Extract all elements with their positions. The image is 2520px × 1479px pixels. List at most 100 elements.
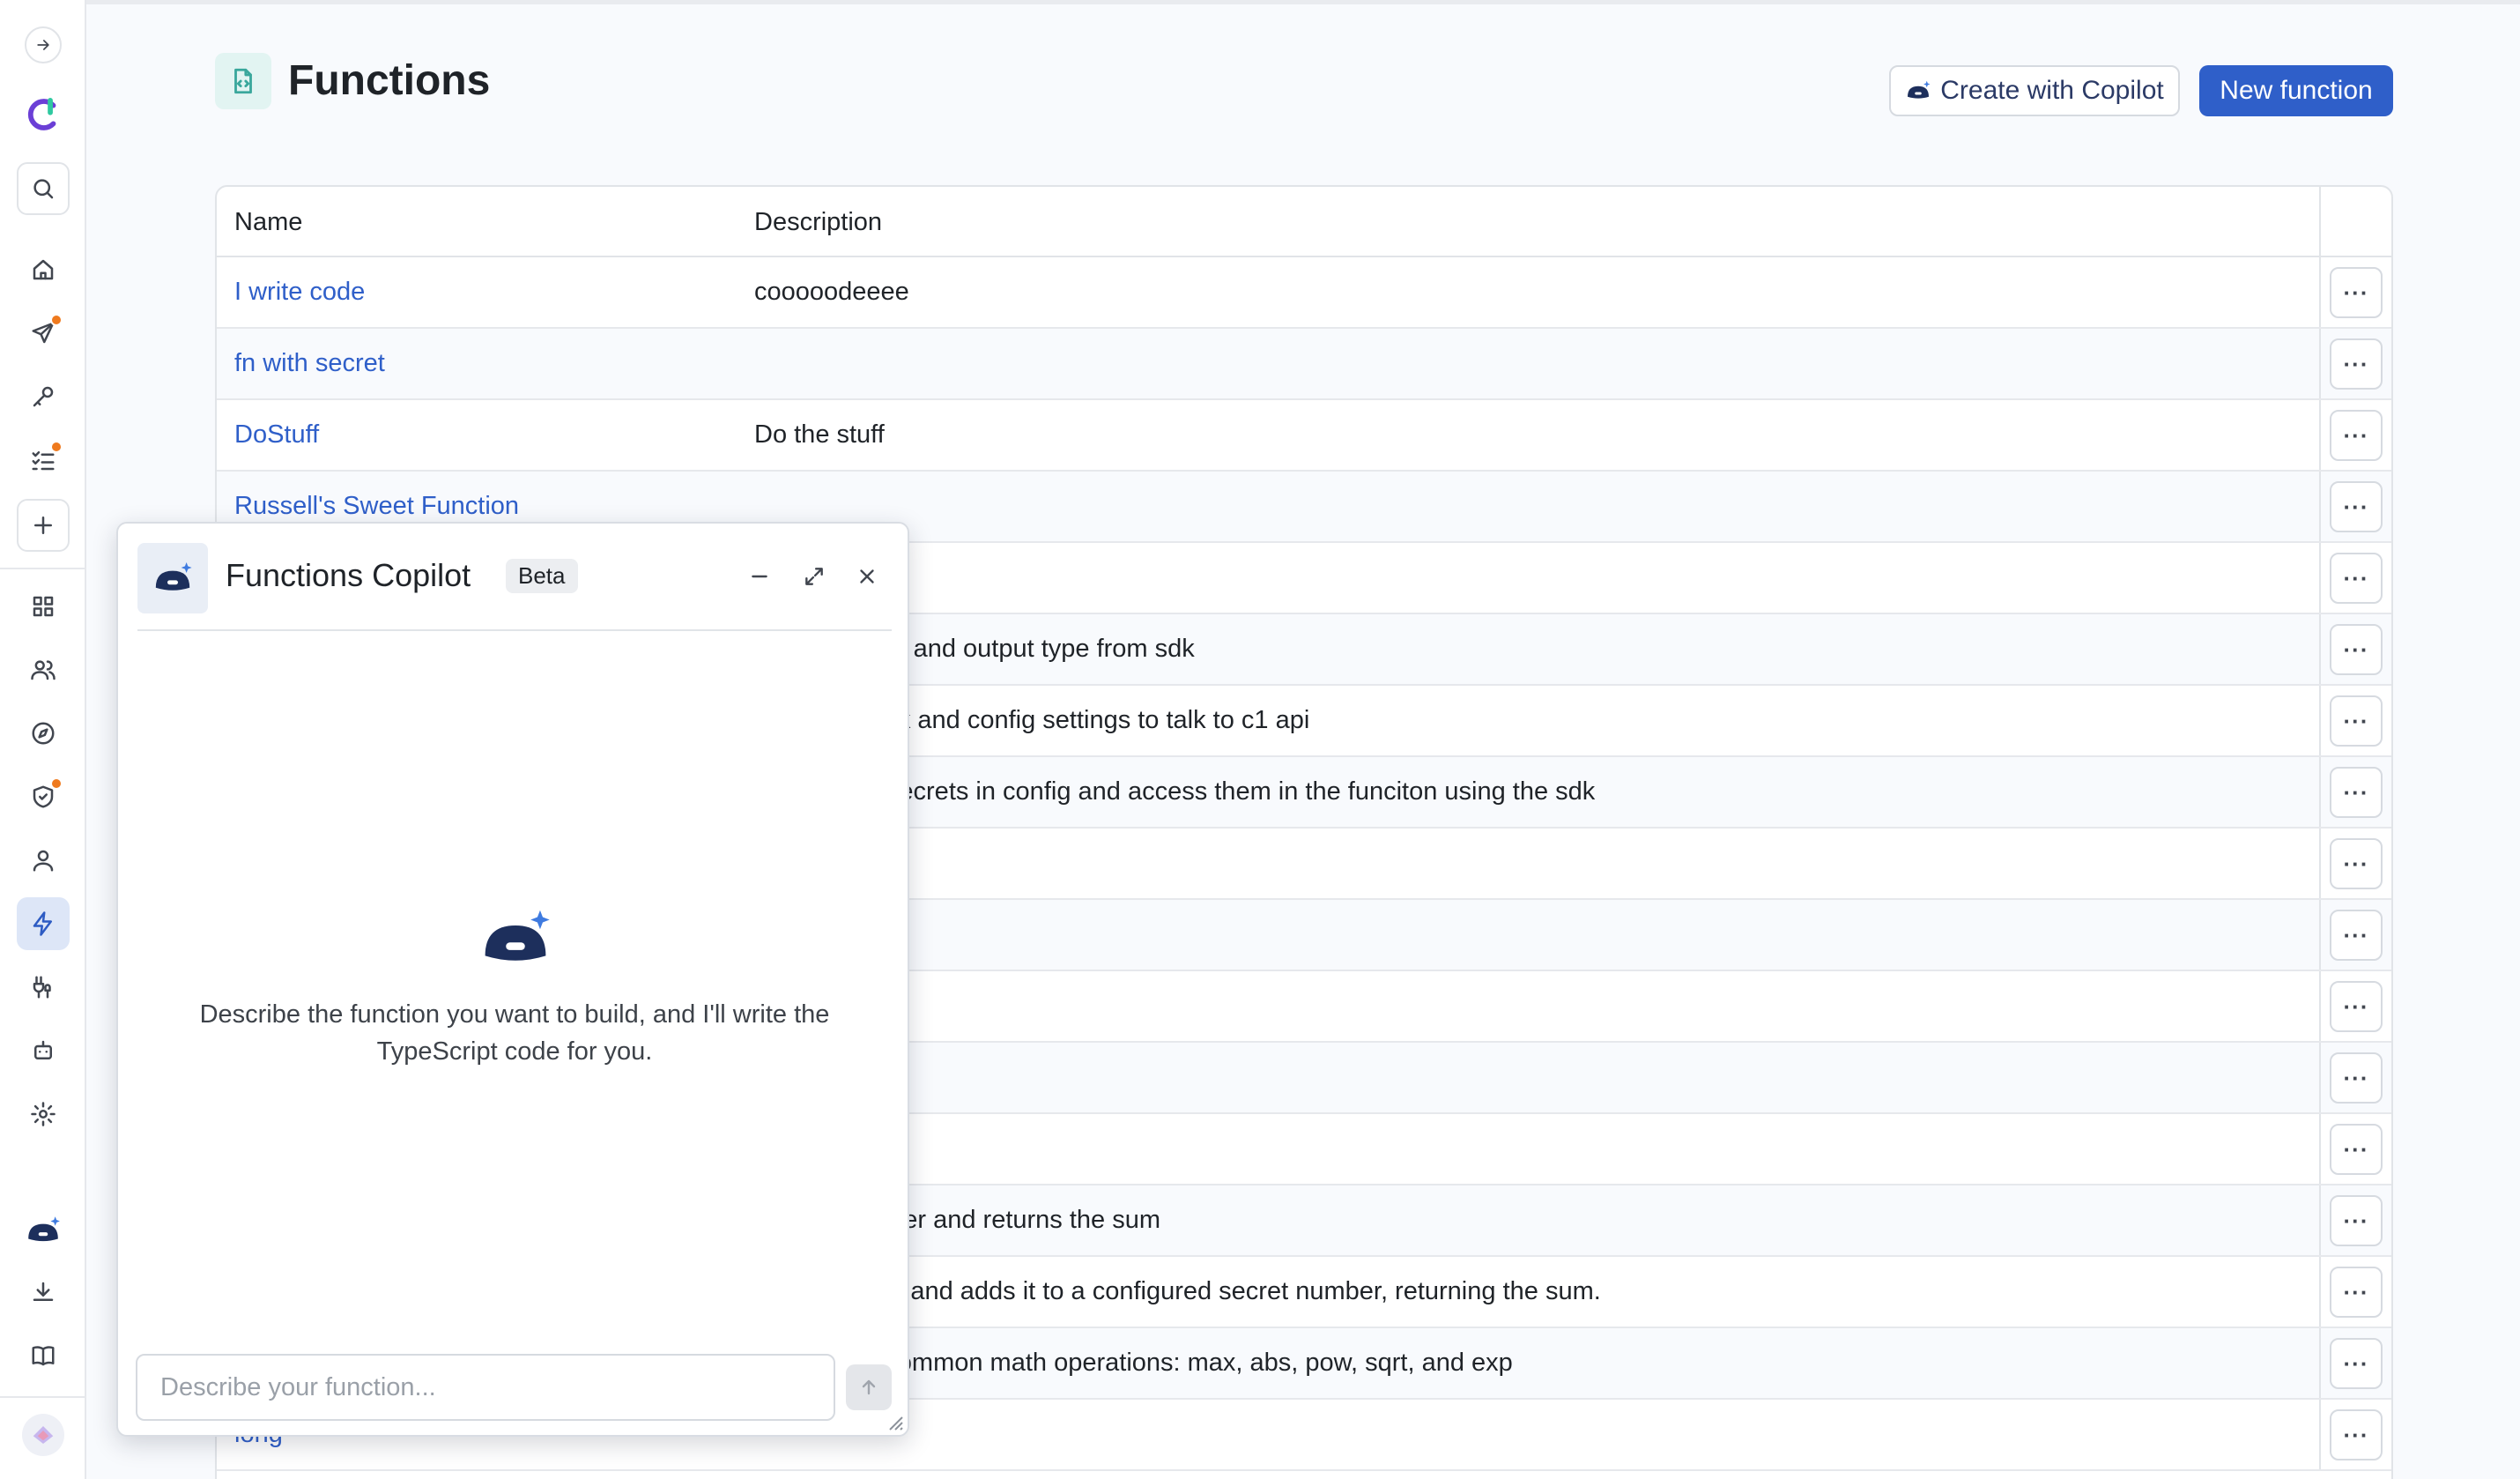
- nav-policies[interactable]: [17, 770, 70, 823]
- nav-explore[interactable]: [17, 707, 70, 760]
- function-description: cooooodeeee: [754, 278, 909, 306]
- resize-handle-icon[interactable]: [883, 1410, 904, 1431]
- lightning-icon: [33, 911, 52, 936]
- search-button[interactable]: [17, 162, 70, 215]
- close-button[interactable]: [849, 559, 885, 594]
- add-button[interactable]: [17, 499, 70, 552]
- expand-button[interactable]: [797, 559, 832, 594]
- app-logo[interactable]: [17, 88, 70, 141]
- close-icon: [860, 569, 874, 583]
- function-description: Do the stuff: [754, 420, 885, 449]
- more-horizontal-icon: ···: [2343, 707, 2369, 734]
- notification-dot: [50, 777, 63, 790]
- more-actions-button[interactable]: ···: [2330, 553, 2383, 604]
- more-horizontal-icon: ···: [2343, 493, 2369, 520]
- more-horizontal-icon: ···: [2343, 992, 2369, 1020]
- nav-settings[interactable]: [17, 1088, 70, 1141]
- row-actions-cell: ···: [2319, 1043, 2391, 1112]
- nav-home[interactable]: [17, 243, 70, 296]
- more-actions-button[interactable]: ···: [2330, 1338, 2383, 1389]
- nav-users[interactable]: [17, 643, 70, 696]
- plus-icon: [34, 517, 52, 534]
- new-function-button[interactable]: New function: [2199, 65, 2393, 116]
- nav-profile[interactable]: [17, 834, 70, 887]
- row-actions-cell: ···: [2319, 1257, 2391, 1327]
- workspace-icon: [33, 1426, 54, 1444]
- more-horizontal-icon: ···: [2343, 564, 2369, 591]
- more-actions-button[interactable]: ···: [2330, 838, 2383, 889]
- copilot-icon: [28, 1216, 60, 1242]
- row-actions-cell: ···: [2319, 971, 2391, 1041]
- nav-automations[interactable]: [17, 1024, 70, 1077]
- more-actions-button[interactable]: ···: [2330, 410, 2383, 461]
- column-header-name[interactable]: Name: [234, 208, 302, 237]
- nav-functions[interactable]: [17, 897, 70, 950]
- docs-button[interactable]: [17, 1329, 70, 1382]
- more-actions-button[interactable]: ···: [2330, 338, 2383, 390]
- table-row[interactable]: fn with secret ···: [217, 329, 2391, 400]
- compass-icon: [32, 722, 55, 745]
- more-actions-button[interactable]: ···: [2330, 1267, 2383, 1318]
- more-actions-button[interactable]: ···: [2330, 767, 2383, 818]
- workspace-switcher[interactable]: [22, 1414, 64, 1456]
- top-border: [86, 0, 2520, 4]
- row-actions-cell: ···: [2319, 543, 2391, 613]
- copilot-hint: Describe the function you want to build,…: [199, 1000, 830, 1066]
- more-actions-button[interactable]: ···: [2330, 981, 2383, 1032]
- column-header-description[interactable]: Description: [754, 208, 882, 237]
- copilot-launcher[interactable]: [17, 1204, 70, 1257]
- more-actions-button[interactable]: ···: [2330, 1195, 2383, 1246]
- more-actions-button[interactable]: ···: [2330, 1124, 2383, 1175]
- function-name-link[interactable]: fn with secret: [234, 349, 385, 378]
- send-button[interactable]: [846, 1364, 892, 1410]
- row-actions-cell: ···: [2319, 686, 2391, 755]
- expand-icon: [805, 568, 823, 585]
- row-actions-cell: ···: [2319, 400, 2391, 470]
- function-name-link[interactable]: Russell's Sweet Function: [234, 492, 519, 521]
- nav-apps[interactable]: [17, 580, 70, 633]
- nav-connectors[interactable]: [17, 961, 70, 1014]
- row-actions-cell: ···: [2319, 1400, 2391, 1469]
- minimize-button[interactable]: [742, 559, 777, 594]
- function-name-link[interactable]: DoStuff: [234, 420, 319, 450]
- table-row[interactable]: I write code cooooodeeee ···: [217, 257, 2391, 329]
- more-horizontal-icon: ···: [2343, 1421, 2369, 1448]
- row-actions-cell: ···: [2319, 472, 2391, 541]
- more-horizontal-icon: ···: [2343, 921, 2369, 948]
- sidebar: [0, 0, 86, 1479]
- beta-badge: Beta: [506, 559, 578, 593]
- page-icon: [215, 53, 271, 109]
- nav-access[interactable]: [17, 370, 70, 423]
- row-actions-cell: ···: [2319, 900, 2391, 970]
- nav-tasks[interactable]: [17, 434, 70, 487]
- row-actions-cell: ···: [2319, 257, 2391, 327]
- more-actions-button[interactable]: ···: [2330, 1409, 2383, 1460]
- copilot-title: Functions Copilot: [226, 557, 471, 593]
- copilot-icon: [1908, 80, 1931, 99]
- download-button[interactable]: [17, 1266, 70, 1319]
- more-actions-button[interactable]: ···: [2330, 695, 2383, 747]
- more-actions-button[interactable]: ···: [2330, 624, 2383, 675]
- more-actions-button[interactable]: ···: [2330, 910, 2383, 961]
- more-actions-button[interactable]: ···: [2330, 481, 2383, 532]
- more-horizontal-icon: ···: [2343, 1207, 2369, 1234]
- row-actions-cell: ···: [2319, 1328, 2391, 1398]
- page-title: Functions: [288, 57, 491, 104]
- more-actions-button[interactable]: ···: [2330, 267, 2383, 318]
- more-horizontal-icon: ···: [2343, 421, 2369, 449]
- more-horizontal-icon: ···: [2343, 635, 2369, 663]
- copilot-icon: [155, 562, 192, 591]
- table-row[interactable]: DoStuff Do the stuff ···: [217, 400, 2391, 472]
- connector-icon: [33, 976, 51, 999]
- settings-icon: [31, 1102, 56, 1126]
- grid-icon: [33, 596, 54, 617]
- describe-function-input[interactable]: Describe your function...: [136, 1354, 835, 1421]
- create-with-copilot-button[interactable]: Create with Copilot: [1889, 65, 2180, 116]
- nav-requests[interactable]: [17, 307, 70, 360]
- copilot-icon: [485, 910, 550, 961]
- more-horizontal-icon: ···: [2343, 1064, 2369, 1091]
- more-actions-button[interactable]: ···: [2330, 1052, 2383, 1104]
- expand-sidebar-button[interactable]: [25, 26, 62, 63]
- bot-icon: [34, 1040, 52, 1059]
- function-name-link[interactable]: I write code: [234, 278, 365, 307]
